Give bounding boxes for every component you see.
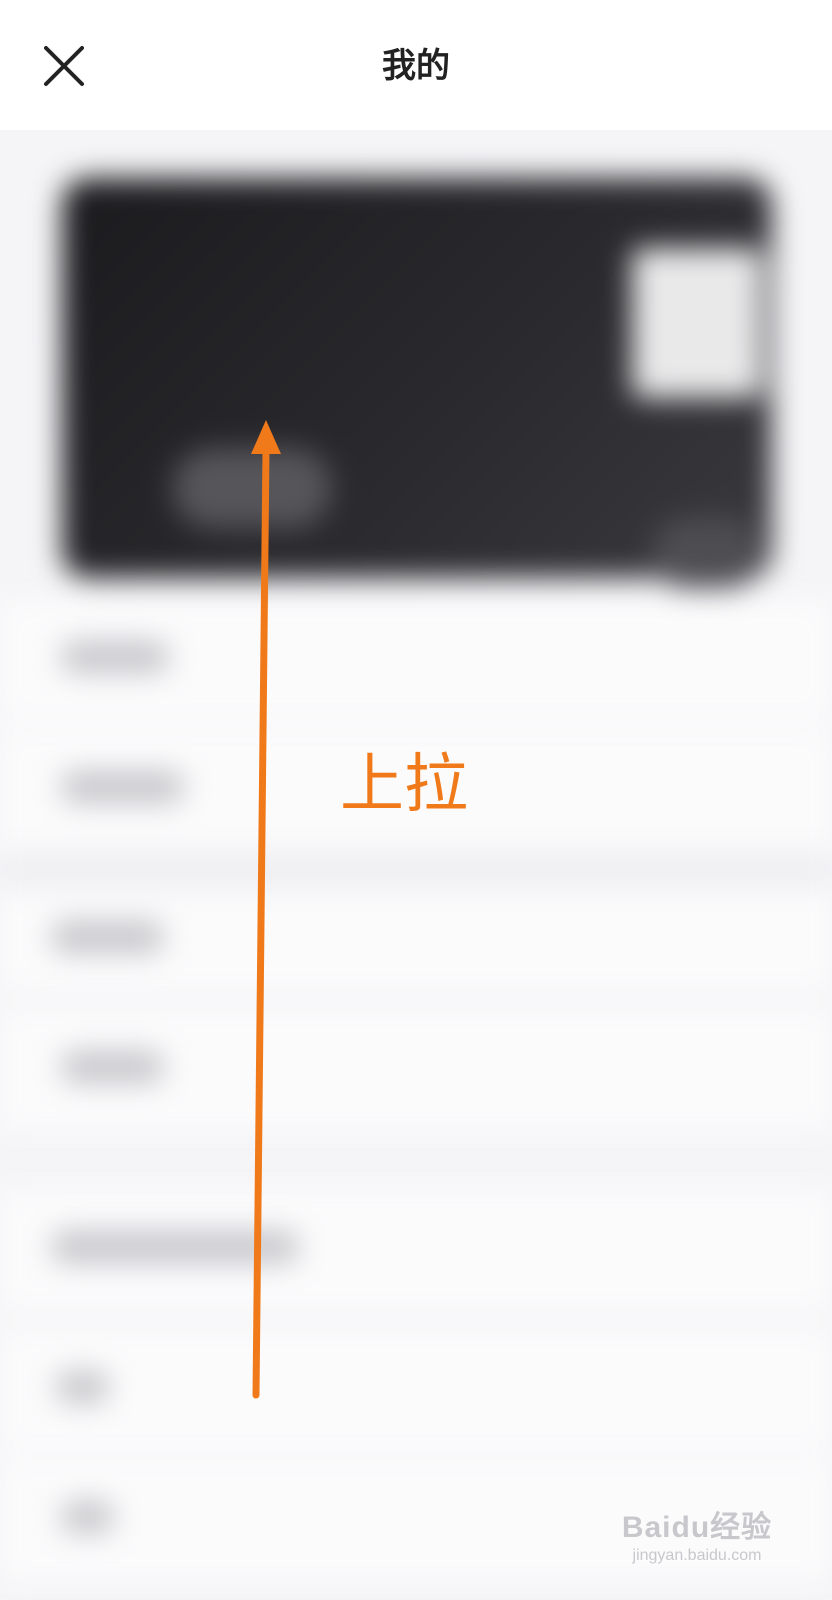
card-spot [172,448,332,528]
list-item [0,600,832,720]
list-item-placeholder [60,640,170,674]
list-item-placeholder [60,1050,165,1084]
list-item-placeholder [60,1500,115,1534]
page: 我的 上拉 Baidu经验 jingyan.baidu.com [0,0,832,1600]
blurred-content [0,130,832,1600]
page-title: 我的 [382,46,450,86]
list-item-placeholder [50,1230,300,1264]
list-item-placeholder [60,770,185,804]
list-item-placeholder [55,1370,110,1404]
profile-card [62,178,772,588]
top-nav-bar: 我的 [0,0,832,130]
card-highlight [632,248,762,398]
list-item-placeholder [50,920,165,954]
watermark: Baidu经验 jingyan.baidu.com [612,1510,782,1566]
watermark-brand: Baidu经验 [621,1511,773,1544]
list-item [0,1010,832,1130]
list-item [0,890,832,990]
watermark-url: jingyan.baidu.com [632,1547,762,1564]
list-item [0,1190,832,1310]
swipe-up-label: 上拉 [340,748,468,822]
card-spot-secondary [652,518,762,588]
blurred-content-area[interactable] [0,130,832,1600]
list-item [0,1330,832,1450]
